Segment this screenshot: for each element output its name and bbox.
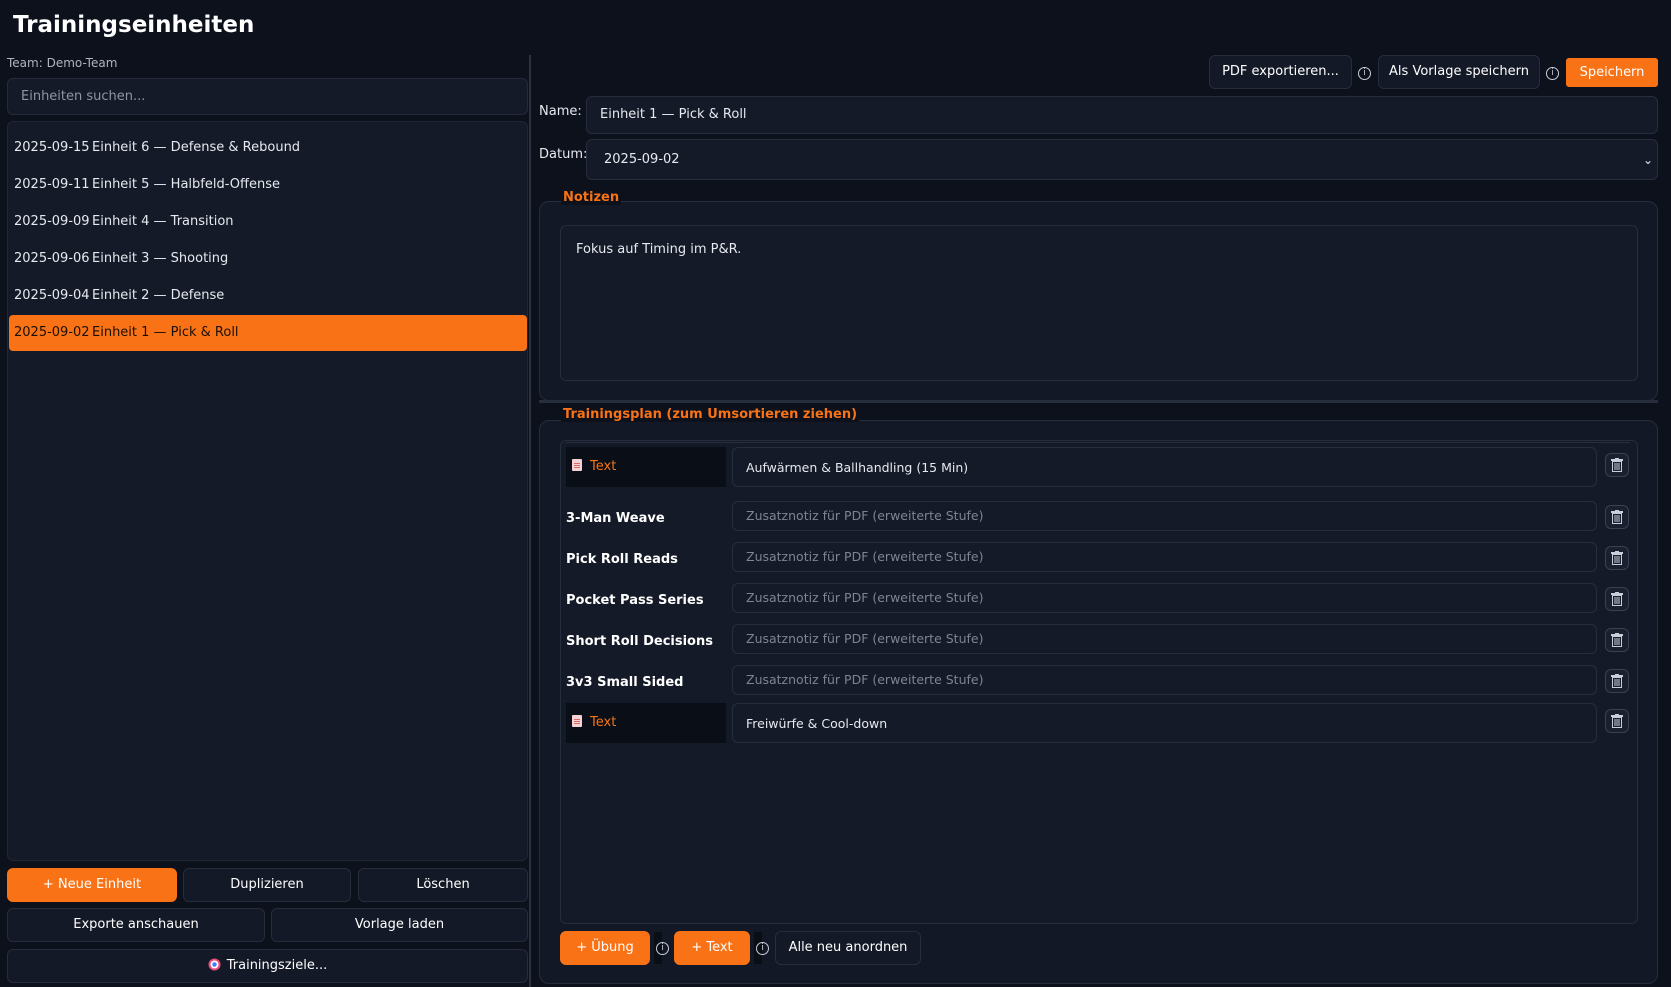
text-block-input[interactable]: Aufwärmen & Ballhandling (15 Min) (732, 447, 1597, 487)
trash-icon[interactable] (1605, 505, 1629, 529)
plan-row[interactable]: 3-Man Weave Zusatznotiz für PDF (erweiter… (566, 499, 1629, 539)
session-title: Einheit 2 — Defense (92, 288, 225, 303)
session-list-item[interactable]: 2025-09-04 Einheit 2 — Defense (9, 278, 527, 314)
session-date: 2025-09-09 (14, 214, 90, 229)
session-date: 2025-09-06 (14, 251, 90, 266)
reorder-all-button[interactable]: Alle neu anordnen (775, 931, 921, 965)
view-exports-button[interactable]: Exporte anschauen (7, 908, 265, 942)
date-field[interactable]: 2025-09-02 ⌄ (586, 139, 1658, 180)
notes-title: Notizen (561, 190, 622, 205)
trash-icon[interactable] (1605, 453, 1629, 477)
pdf-note-input[interactable]: Zusatznotiz für PDF (erweiterte Stufe) (732, 665, 1597, 695)
chevron-down-icon[interactable]: ⌄ (1643, 140, 1653, 180)
session-title: Einheit 4 — Transition (92, 214, 234, 229)
date-value: 2025-09-02 (604, 152, 680, 167)
exercise-name: 3v3 Small Sided Game (566, 675, 684, 730)
training-goals-button[interactable]: Trainingsziele... (7, 949, 528, 983)
pdf-note-input[interactable]: Zusatznotiz für PDF (erweiterte Stufe) (732, 583, 1597, 613)
plan-title: Trainingsplan (zum Umsortieren ziehen) (561, 407, 860, 422)
plan-row[interactable]: Pick Roll Reads Zusatznotiz für PDF (erwe… (566, 540, 1629, 580)
training-goals-label: Trainingsziele... (226, 958, 328, 973)
session-date: 2025-09-02 (14, 325, 90, 340)
exercise-name: Short Roll Decisions (566, 634, 713, 649)
session-list[interactable]: 2025-09-15 Einheit 6 — Defense & Rebound 2… (7, 121, 528, 861)
target-icon (208, 958, 221, 971)
save-as-template-button[interactable]: Als Vorlage speichern (1378, 55, 1540, 89)
document-icon (572, 459, 582, 471)
info-icon[interactable]: i (756, 942, 769, 955)
text-type-label: Text (590, 715, 617, 730)
new-session-button[interactable]: + Neue Einheit (7, 868, 177, 902)
exercise-name: Pocket Pass Series (566, 593, 704, 608)
plan-row[interactable]: Short Roll Decisions Zusatznotiz für PDF … (566, 622, 1629, 662)
name-label: Name: (539, 104, 582, 119)
plan-row[interactable]: Text Freiwürfe & Cool-down (566, 703, 1629, 743)
pdf-note-input[interactable]: Zusatznotiz für PDF (erweiterte Stufe) (732, 542, 1597, 572)
plan-row[interactable]: 3v3 Small Sided Game Zusatznotiz für PDF … (566, 663, 1629, 730)
session-list-item[interactable]: 2025-09-06 Einheit 3 — Shooting (9, 241, 527, 277)
session-list-item[interactable]: 2025-09-11 Einheit 5 — Halbfeld-Offense (9, 167, 527, 203)
trash-icon[interactable] (1605, 669, 1629, 693)
session-date: 2025-09-04 (14, 288, 90, 303)
plan-row[interactable]: Pocket Pass Series Zusatznotiz für PDF (e… (566, 581, 1629, 621)
pdf-note-input[interactable]: Zusatznotiz für PDF (erweiterte Stufe) (732, 501, 1597, 531)
trash-icon[interactable] (1605, 709, 1629, 733)
session-title: Einheit 3 — Shooting (92, 251, 229, 266)
session-title: Einheit 6 — Defense & Rebound (92, 140, 301, 155)
session-date: 2025-09-15 (14, 140, 90, 155)
text-block-input[interactable]: Freiwürfe & Cool-down (732, 703, 1597, 743)
trash-icon[interactable] (1605, 628, 1629, 652)
search-input[interactable] (7, 78, 528, 115)
plan-row[interactable]: Text Aufwärmen & Ballhandling (15 Min) (566, 447, 1629, 487)
pdf-note-input[interactable]: Zusatznotiz für PDF (erweiterte Stufe) (732, 624, 1597, 654)
document-icon (572, 715, 582, 727)
trash-icon[interactable] (1605, 546, 1629, 570)
trash-icon[interactable] (1605, 587, 1629, 611)
page-title: Trainingseinheiten (13, 12, 255, 38)
session-list-item[interactable]: 2025-09-02 Einheit 1 — Pick & Roll (9, 315, 527, 351)
text-type-label: Text (590, 459, 617, 474)
session-title: Einheit 5 — Halbfeld-Offense (92, 177, 280, 192)
session-list-item[interactable]: 2025-09-09 Einheit 4 — Transition (9, 204, 527, 240)
session-title: Einheit 1 — Pick & Roll (92, 325, 239, 340)
add-text-button[interactable]: + Text (674, 931, 750, 965)
team-label: Team: Demo-Team (7, 56, 118, 70)
name-field[interactable]: Einheit 1 — Pick & Roll (586, 96, 1658, 134)
panel-splitter[interactable] (529, 55, 531, 987)
info-icon[interactable]: i (656, 942, 669, 955)
add-exercise-button[interactable]: + Übung (560, 931, 650, 965)
notes-textarea[interactable]: Fokus auf Timing im P&R. (560, 225, 1638, 381)
date-label: Datum: (539, 147, 588, 162)
load-template-button[interactable]: Vorlage laden (271, 908, 528, 942)
session-list-item[interactable]: 2025-09-15 Einheit 6 — Defense & Rebound (9, 130, 527, 166)
info-icon[interactable]: i (1358, 67, 1371, 80)
exercise-name: Pick Roll Reads (566, 552, 678, 567)
session-date: 2025-09-11 (14, 177, 90, 192)
exercise-name: 3-Man Weave (566, 511, 665, 526)
pdf-export-button[interactable]: PDF exportieren... (1209, 55, 1352, 89)
section-divider[interactable] (539, 400, 1658, 403)
info-icon[interactable]: i (1546, 67, 1559, 80)
plan-text-block-label: Text (566, 703, 726, 743)
delete-button[interactable]: Löschen (358, 868, 528, 902)
plan-list-top-rule (566, 442, 1630, 443)
plan-text-block-label: Text (566, 447, 726, 487)
save-button[interactable]: Speichern (1566, 58, 1658, 87)
duplicate-button[interactable]: Duplizieren (183, 868, 351, 902)
